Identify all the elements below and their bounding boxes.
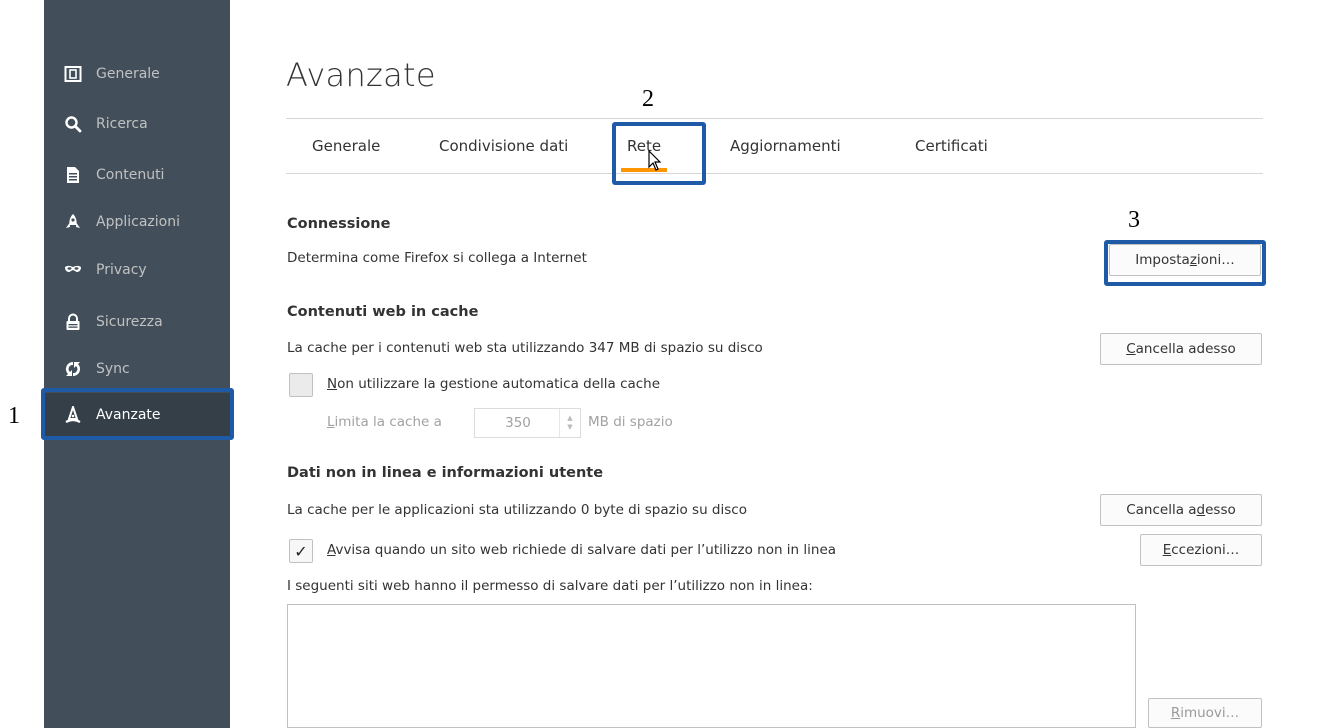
- accesskey: R: [1170, 705, 1181, 721]
- sidebar-item-label: Sicurezza: [96, 314, 163, 330]
- rocket-icon: [64, 213, 82, 231]
- sidebar-item-sync[interactable]: Sync: [44, 349, 230, 389]
- stepper-down-icon[interactable]: ▼: [567, 423, 572, 432]
- sidebar-item-label: Applicazioni: [96, 214, 180, 230]
- button-label: Cancella a: [1126, 502, 1197, 518]
- general-icon: [64, 65, 82, 83]
- annotation-highlight-2: [612, 122, 706, 185]
- accesskey: N: [327, 376, 338, 392]
- accesskey: E: [1162, 542, 1172, 558]
- clear-web-cache-button[interactable]: Cancella adesso: [1100, 333, 1262, 365]
- web-cache-title: Contenuti web in cache: [287, 304, 479, 320]
- accesskey: d: [1196, 502, 1206, 518]
- accesskey: C: [1126, 341, 1136, 357]
- offline-description: La cache per le applicazioni sta utilizz…: [287, 502, 747, 518]
- offline-sites-label: I seguenti siti web hanno il permesso di…: [287, 578, 813, 594]
- tab-certificati[interactable]: Certificati: [915, 119, 988, 173]
- sidebar-item-label: Privacy: [96, 262, 147, 278]
- sidebar-item-generale[interactable]: Generale: [44, 54, 230, 94]
- web-cache-description: La cache per i contenuti web sta utilizz…: [287, 340, 763, 356]
- offline-notify-label[interactable]: Avvisa quando un sito web richiede di sa…: [327, 542, 836, 558]
- sidebar-item-label: Generale: [96, 66, 160, 82]
- annotation-number-2: 2: [642, 86, 654, 112]
- remove-site-button[interactable]: Rimuovi…: [1148, 698, 1262, 728]
- cache-limit-label: Limita la cache a: [327, 414, 442, 430]
- mask-icon: [64, 261, 82, 279]
- cache-limit-value[interactable]: 350: [475, 409, 561, 437]
- button-label: ccezioni…: [1171, 542, 1240, 558]
- sidebar-item-label: Ricerca: [96, 116, 148, 132]
- sidebar-item-label: Contenuti: [96, 167, 165, 183]
- sync-icon: [64, 360, 82, 378]
- connection-description: Determina come Firefox si collega a Inte…: [287, 250, 587, 266]
- stepper-up-icon[interactable]: ▲: [567, 414, 572, 423]
- annotation-number-1: 1: [8, 403, 20, 429]
- label-text: vvisa quando un sito web richiede di sal…: [335, 542, 837, 558]
- override-cache-label[interactable]: Non utilizzare la gestione automatica de…: [327, 376, 660, 392]
- sidebar-item-label: Sync: [96, 361, 130, 377]
- annotation-number-3: 3: [1128, 207, 1140, 233]
- page-title: Avanzate: [286, 56, 436, 94]
- cache-limit-stepper[interactable]: 350 ▲ ▼: [474, 408, 581, 438]
- offline-notify-checkbox[interactable]: ✓: [289, 539, 313, 563]
- tab-generale[interactable]: Generale: [312, 119, 380, 173]
- document-icon: [64, 166, 82, 184]
- sidebar-item-sicurezza[interactable]: Sicurezza: [44, 302, 230, 342]
- annotation-highlight-3: [1104, 240, 1266, 286]
- search-icon: [64, 115, 82, 133]
- label-text: on utilizzare la gestione automatica del…: [337, 376, 661, 392]
- accesskey: L: [327, 414, 335, 430]
- offline-title: Dati non in linea e informazioni utente: [287, 465, 604, 481]
- tab-condivisione-dati[interactable]: Condivisione dati: [439, 119, 568, 173]
- button-label: esso: [1205, 502, 1236, 518]
- exceptions-button[interactable]: Eccezioni…: [1140, 534, 1262, 566]
- tab-aggiornamenti[interactable]: Aggiornamenti: [730, 119, 841, 173]
- checkmark-icon: ✓: [294, 541, 308, 561]
- sidebar: Generale Ricerca Contenuti Applicazioni …: [44, 0, 230, 728]
- annotation-highlight-1: [41, 388, 234, 440]
- override-cache-checkbox[interactable]: [289, 373, 313, 397]
- button-label: ancella adesso: [1135, 341, 1236, 357]
- connection-title: Connessione: [287, 216, 391, 232]
- stepper-arrows[interactable]: ▲ ▼: [559, 409, 580, 437]
- offline-sites-list[interactable]: [287, 604, 1136, 728]
- label-text: imita la cache a: [334, 414, 442, 430]
- sidebar-item-ricerca[interactable]: Ricerca: [44, 104, 230, 144]
- sidebar-item-contenuti[interactable]: Contenuti: [44, 155, 230, 195]
- cache-limit-unit: MB di spazio: [588, 414, 673, 430]
- clear-offline-button[interactable]: Cancella a d esso: [1100, 494, 1262, 526]
- button-label: imuovi…: [1180, 705, 1240, 721]
- lock-icon: [64, 313, 82, 331]
- tab-bar: Generale Condivisione dati Rete Aggiorna…: [286, 118, 1263, 174]
- sidebar-item-applicazioni[interactable]: Applicazioni: [44, 202, 230, 242]
- sidebar-item-privacy[interactable]: Privacy: [44, 250, 230, 290]
